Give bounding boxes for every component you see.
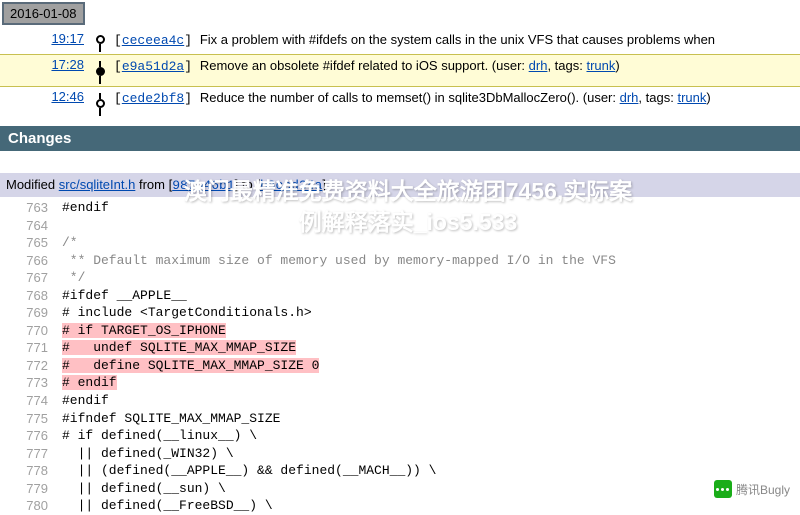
timeline: 19:17 [ceceea4c] Fix a problem with #ifde… — [0, 29, 800, 118]
code-line: 773# endif — [0, 374, 800, 392]
timeline-row: 19:17 [ceceea4c] Fix a problem with #ifde… — [0, 29, 800, 54]
line-number: 778 — [0, 462, 62, 480]
code-text: #ifdef __APPLE__ — [62, 288, 187, 303]
code-text: # include <TargetConditionals.h> — [62, 305, 312, 320]
modified-from-hash[interactable]: 987b46b1 — [172, 178, 234, 193]
commit-time-link[interactable]: 17:28 — [51, 57, 84, 72]
line-number: 763 — [0, 199, 62, 217]
code-line: 776# if defined(__linux__) \ — [0, 427, 800, 445]
code-line: 769# include <TargetConditionals.h> — [0, 304, 800, 322]
code-text: || defined(__sun) \ — [62, 481, 226, 496]
line-number: 775 — [0, 410, 62, 428]
code-text: || (defined(__APPLE__) && defined(__MACH… — [62, 463, 436, 478]
commit-user-link[interactable]: drh — [620, 90, 639, 105]
code-line: 772# define SQLITE_MAX_MMAP_SIZE 0 — [0, 357, 800, 375]
commit-hash-link[interactable]: e9a51d2a — [122, 59, 184, 74]
code-line: 771# undef SQLITE_MAX_MMAP_SIZE — [0, 339, 800, 357]
watermark-text: 腾讯Bugly — [736, 481, 790, 498]
commit-time-link[interactable]: 19:17 — [51, 31, 84, 46]
date-badge: 2016-01-08 — [2, 2, 85, 25]
commit-tag-link[interactable]: trunk — [677, 90, 706, 105]
modified-mid2: to — [238, 177, 256, 192]
line-number: 779 — [0, 480, 62, 498]
code-line: 766 ** Default maximum size of memory us… — [0, 252, 800, 270]
code-text: # define SQLITE_MAX_MMAP_SIZE 0 — [62, 358, 319, 373]
modified-to-hash[interactable]: b8ccd34a — [260, 178, 322, 193]
code-text: # if defined(__linux__) \ — [62, 428, 257, 443]
modified-line: Modified src/sqliteInt.h from [987b46b1]… — [0, 173, 800, 197]
watermark: 腾讯Bugly — [714, 480, 790, 498]
commit-time-link[interactable]: 12:46 — [51, 89, 84, 104]
line-number: 768 — [0, 287, 62, 305]
line-number: 769 — [0, 304, 62, 322]
commit-message: Reduce the number of calls to memset() i… — [200, 90, 579, 105]
code-line: 780 || defined(__FreeBSD__) \ — [0, 497, 800, 515]
timeline-row: 12:46 [cede2bf8] Reduce the number of cal… — [0, 87, 800, 118]
timeline-row: 17:28 [e9a51d2a] Remove an obsolete #ifde… — [0, 54, 800, 87]
code-text: /* — [62, 235, 78, 250]
code-text: # endif — [62, 375, 117, 390]
line-number: 780 — [0, 497, 62, 515]
code-text: ** Default maximum size of memory used b… — [62, 253, 616, 268]
modified-file-link[interactable]: src/sqliteInt.h — [59, 177, 136, 192]
graph-node — [90, 57, 110, 84]
commit-user-link[interactable]: drh — [529, 58, 548, 73]
code-text: || defined(_WIN32) \ — [62, 446, 234, 461]
line-number: 772 — [0, 357, 62, 375]
graph-node — [90, 89, 110, 116]
line-number: 764 — [0, 217, 62, 235]
modified-end: . — [326, 177, 330, 192]
code-diff: 763#endif764765/*766 ** Default maximum … — [0, 199, 800, 515]
graph-node — [90, 31, 110, 52]
commit-hash-link[interactable]: ceceea4c — [122, 33, 184, 48]
modified-mid: from — [135, 177, 168, 192]
code-text: #endif — [62, 393, 109, 408]
code-line: 770# if TARGET_OS_IPHONE — [0, 322, 800, 340]
code-line: 779 || defined(__sun) \ — [0, 480, 800, 498]
code-line: 767 */ — [0, 269, 800, 287]
line-number: 767 — [0, 269, 62, 287]
commit-description: [ceceea4c] Fix a problem with #ifdefs on… — [110, 31, 800, 50]
commit-tag-link[interactable]: trunk — [586, 58, 615, 73]
line-number: 776 — [0, 427, 62, 445]
commit-message: Fix a problem with #ifdefs on the system… — [200, 32, 715, 47]
code-line: 774#endif — [0, 392, 800, 410]
commit-description: [cede2bf8] Reduce the number of calls to… — [110, 89, 800, 108]
line-number: 770 — [0, 322, 62, 340]
code-text: # if TARGET_OS_IPHONE — [62, 323, 226, 338]
code-text: #ifndef SQLITE_MAX_MMAP_SIZE — [62, 411, 280, 426]
line-number: 766 — [0, 252, 62, 270]
code-line: 777 || defined(_WIN32) \ — [0, 445, 800, 463]
commit-message: Remove an obsolete #ifdef related to iOS… — [200, 58, 488, 73]
code-text: || defined(__FreeBSD__) \ — [62, 498, 273, 513]
code-line: 778 || (defined(__APPLE__) && defined(__… — [0, 462, 800, 480]
wechat-icon — [714, 480, 732, 498]
code-line: 775#ifndef SQLITE_MAX_MMAP_SIZE — [0, 410, 800, 428]
code-text: */ — [62, 270, 85, 285]
code-line: 765/* — [0, 234, 800, 252]
commit-hash-link[interactable]: cede2bf8 — [122, 91, 184, 106]
line-number: 771 — [0, 339, 62, 357]
line-number: 774 — [0, 392, 62, 410]
code-line: 768#ifdef __APPLE__ — [0, 287, 800, 305]
code-text: # undef SQLITE_MAX_MMAP_SIZE — [62, 340, 296, 355]
changes-header: Changes — [0, 126, 800, 151]
code-text: #endif — [62, 200, 109, 215]
line-number: 777 — [0, 445, 62, 463]
line-number: 773 — [0, 374, 62, 392]
code-line: 764 — [0, 217, 800, 235]
modified-pre: Modified — [6, 177, 59, 192]
code-line: 763#endif — [0, 199, 800, 217]
line-number: 765 — [0, 234, 62, 252]
commit-description: [e9a51d2a] Remove an obsolete #ifdef rel… — [110, 57, 800, 76]
